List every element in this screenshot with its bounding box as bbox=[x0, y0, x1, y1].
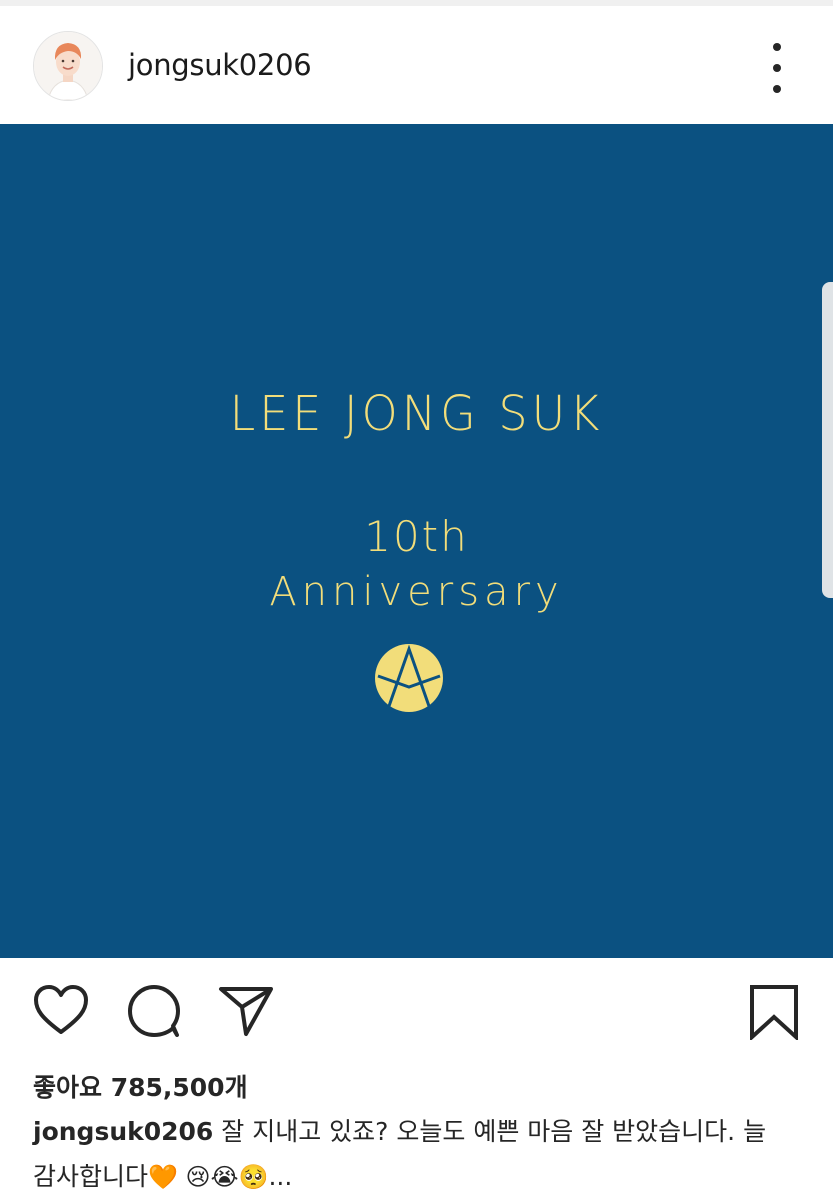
scrollbar-handle[interactable] bbox=[822, 282, 833, 598]
post-actions bbox=[0, 958, 833, 1058]
bookmark-icon[interactable] bbox=[749, 984, 799, 1040]
caption-text-line1: 잘 지내고 있죠? 오늘도 예쁜 마음 잘 받았습니다. 늘 bbox=[213, 1117, 767, 1146]
caption-text-line2: 감사합니다 bbox=[33, 1162, 149, 1191]
image-anniversary-number: 10th bbox=[364, 512, 469, 561]
send-icon[interactable] bbox=[218, 984, 274, 1038]
caption-more[interactable]: ... bbox=[268, 1162, 292, 1191]
post-header: jongsuk0206 bbox=[0, 6, 833, 124]
post-username[interactable]: jongsuk0206 bbox=[128, 48, 312, 82]
image-title: LEE JONG SUK bbox=[229, 384, 604, 442]
post-image[interactable]: LEE JONG SUK 10th Anniversary bbox=[0, 124, 833, 958]
post-caption: jongsuk0206 잘 지내고 있죠? 오늘도 예쁜 마음 잘 받았습니다.… bbox=[33, 1109, 813, 1200]
likes-count[interactable]: 좋아요 785,500개 bbox=[33, 1068, 248, 1104]
caption-emojis: 🧡 😢😭🥺 bbox=[148, 1163, 269, 1191]
caption-username[interactable]: jongsuk0206 bbox=[33, 1117, 213, 1146]
avatar[interactable] bbox=[33, 31, 103, 101]
comment-icon[interactable] bbox=[126, 984, 182, 1038]
anniversary-emblem-icon bbox=[375, 644, 443, 712]
image-anniversary-label: Anniversary bbox=[269, 569, 564, 615]
heart-icon[interactable] bbox=[32, 984, 90, 1036]
more-vertical-icon[interactable] bbox=[762, 43, 792, 93]
